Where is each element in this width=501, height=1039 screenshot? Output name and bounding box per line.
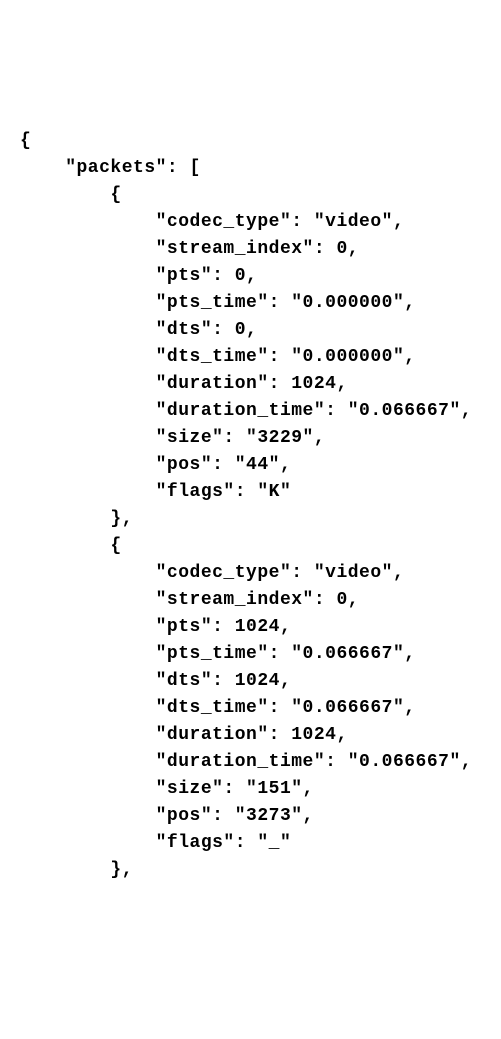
code-line: "dts_time": "0.066667", <box>20 695 481 722</box>
code-line: "dts_time": "0.000000", <box>20 344 481 371</box>
code-line: "packets": [ <box>20 155 481 182</box>
code-line: { <box>20 128 481 155</box>
code-line: "pos": "44", <box>20 452 481 479</box>
code-line: }, <box>20 506 481 533</box>
code-line: { <box>20 182 481 209</box>
code-line: }, <box>20 857 481 884</box>
code-line: "duration_time": "0.066667", <box>20 749 481 776</box>
code-line: "dts": 1024, <box>20 668 481 695</box>
code-line: "flags": "_" <box>20 830 481 857</box>
code-line: "pts": 0, <box>20 263 481 290</box>
code-line: "codec_type": "video", <box>20 209 481 236</box>
code-line: "size": "151", <box>20 776 481 803</box>
code-line: { <box>20 533 481 560</box>
code-line: "stream_index": 0, <box>20 587 481 614</box>
code-line: "codec_type": "video", <box>20 560 481 587</box>
code-line: "duration": 1024, <box>20 371 481 398</box>
code-line: "pts_time": "0.000000", <box>20 290 481 317</box>
code-line: "flags": "K" <box>20 479 481 506</box>
code-block: { "packets": [ { "codec_type": "video", … <box>20 128 481 884</box>
code-line: "dts": 0, <box>20 317 481 344</box>
code-line: "pts": 1024, <box>20 614 481 641</box>
code-line: "pos": "3273", <box>20 803 481 830</box>
code-line: "pts_time": "0.066667", <box>20 641 481 668</box>
code-line: "duration": 1024, <box>20 722 481 749</box>
code-line: "stream_index": 0, <box>20 236 481 263</box>
code-line: "duration_time": "0.066667", <box>20 398 481 425</box>
code-line: "size": "3229", <box>20 425 481 452</box>
